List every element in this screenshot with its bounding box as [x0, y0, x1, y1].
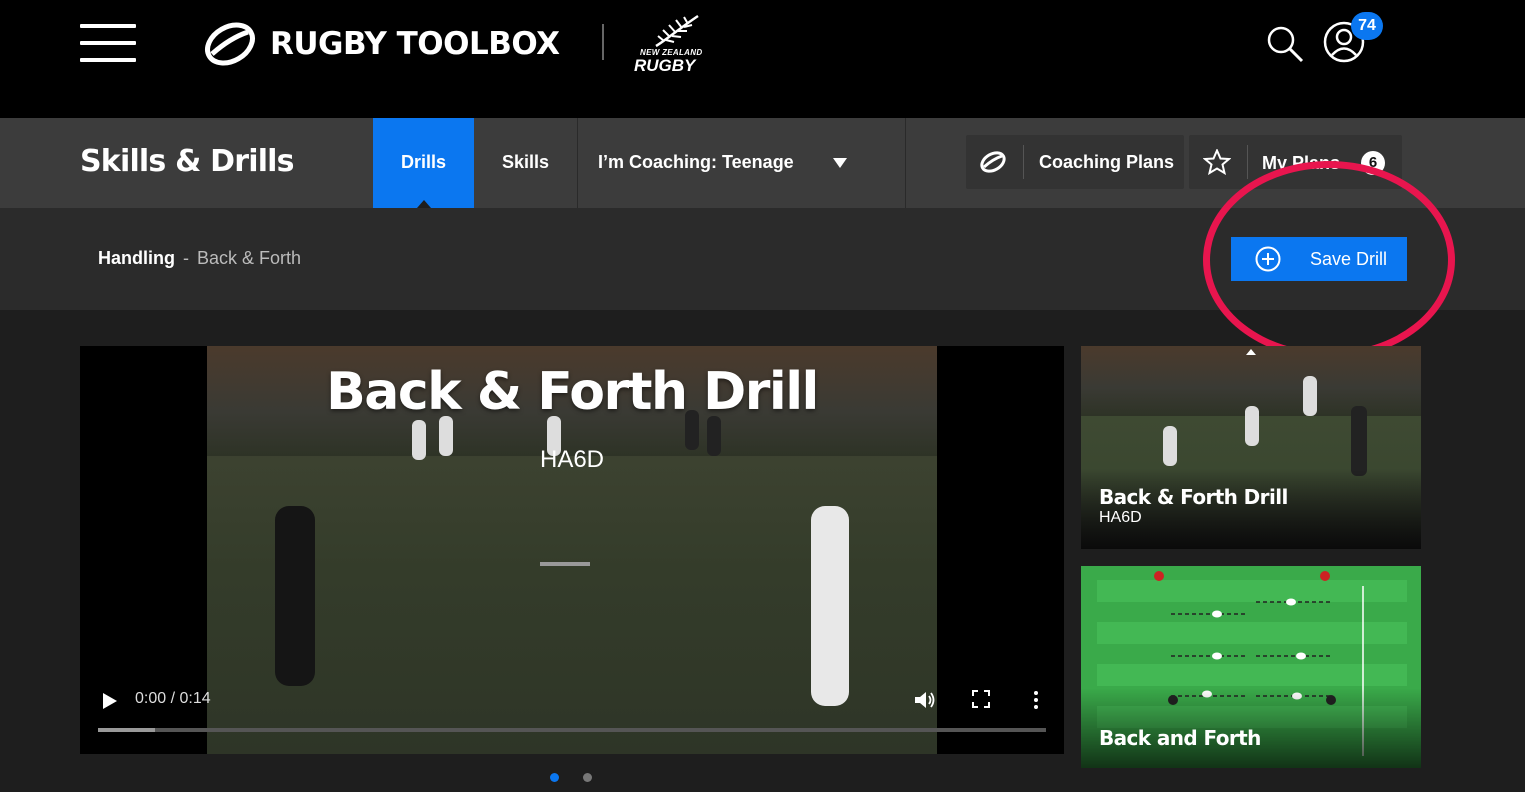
carousel-dot[interactable] — [550, 773, 559, 782]
section-title: Skills & Drills — [80, 144, 295, 179]
top-bar: RUGBY TOOLBOX NEW ZEALAND RUGBY 74 — [0, 0, 1525, 118]
tab-label: Skills — [501, 152, 550, 172]
rugby-ball-icon — [980, 151, 1006, 173]
video-drill-code: HA6D — [539, 446, 605, 473]
coaching-level-dropdown[interactable]: I’m Coaching: Teenage — [578, 118, 904, 208]
my-plans-label: My Plans — [1262, 153, 1341, 173]
brand-name: RUGBY TOOLBOX — [270, 26, 560, 62]
carousel-dot[interactable] — [583, 773, 592, 782]
breadcrumb-current: Back & Forth — [197, 248, 302, 268]
video-time: 0:00 / 0:14 — [135, 690, 211, 707]
button-divider — [1247, 145, 1248, 179]
rugby-ball-logo-icon — [205, 22, 255, 66]
video-player[interactable]: Back & Forth Drill HA6D 0:00 / 0:14 — [80, 346, 1064, 754]
card-drill-code: HA6D — [1099, 509, 1142, 526]
fullscreen-icon[interactable] — [972, 690, 990, 708]
save-drill-button[interactable]: Save Drill — [1231, 237, 1407, 281]
logo-divider — [602, 24, 604, 60]
video-title: Back & Forth Drill — [326, 362, 819, 422]
coaching-level-value: I’m Coaching: Teenage — [598, 152, 794, 172]
related-drill-card[interactable]: Back & Forth Drill HA6D — [1081, 346, 1421, 549]
more-options-icon[interactable] — [1032, 690, 1040, 710]
section-nav: Skills & Drills Drills Skills I’m Coachi… — [0, 118, 1525, 208]
breadcrumb-bar: Handling - Back & Forth Save Drill — [0, 208, 1525, 310]
my-plans-count-badge: 6 — [1361, 151, 1385, 175]
chevron-up-icon — [1246, 349, 1256, 355]
coaching-plans-label: Coaching Plans — [1039, 152, 1175, 172]
silver-fern-icon — [655, 14, 699, 48]
breadcrumb: Handling - Back & Forth — [98, 248, 301, 269]
active-tab-indicator — [417, 200, 431, 208]
plus-circle-icon — [1255, 246, 1281, 272]
hamburger-menu-icon[interactable] — [80, 24, 136, 62]
nz-rugby-logo[interactable]: NEW ZEALAND RUGBY — [632, 14, 704, 75]
rugby-toolbox-logo[interactable]: RUGBY TOOLBOX — [202, 20, 560, 68]
video-progress-bar[interactable] — [98, 728, 1046, 732]
tab-drills[interactable]: Drills — [373, 118, 474, 208]
save-drill-label: Save Drill — [1310, 249, 1388, 269]
partner-name-big: RUGBY — [634, 56, 696, 75]
volume-icon[interactable] — [914, 690, 936, 710]
card-title: Back & Forth Drill — [1099, 485, 1288, 509]
tab-label: Drills — [400, 152, 447, 172]
breadcrumb-separator: - — [183, 248, 189, 268]
tab-skills[interactable]: Skills — [474, 118, 577, 208]
my-plans-button[interactable]: My Plans 6 — [1189, 135, 1402, 189]
carousel-pagination — [550, 773, 592, 782]
button-divider — [1023, 145, 1024, 179]
chevron-down-icon — [833, 158, 847, 168]
nav-divider — [905, 118, 906, 208]
search-icon[interactable] — [1266, 25, 1304, 63]
related-drill-card[interactable]: Back and Forth — [1081, 566, 1421, 768]
star-icon — [1203, 149, 1231, 175]
notification-badge[interactable]: 74 — [1351, 12, 1383, 40]
play-icon[interactable] — [102, 692, 118, 710]
breadcrumb-category-link[interactable]: Handling — [98, 248, 175, 268]
coaching-plans-button[interactable]: Coaching Plans — [966, 135, 1184, 189]
video-buffered — [98, 728, 155, 732]
card-title: Back and Forth — [1099, 726, 1261, 750]
